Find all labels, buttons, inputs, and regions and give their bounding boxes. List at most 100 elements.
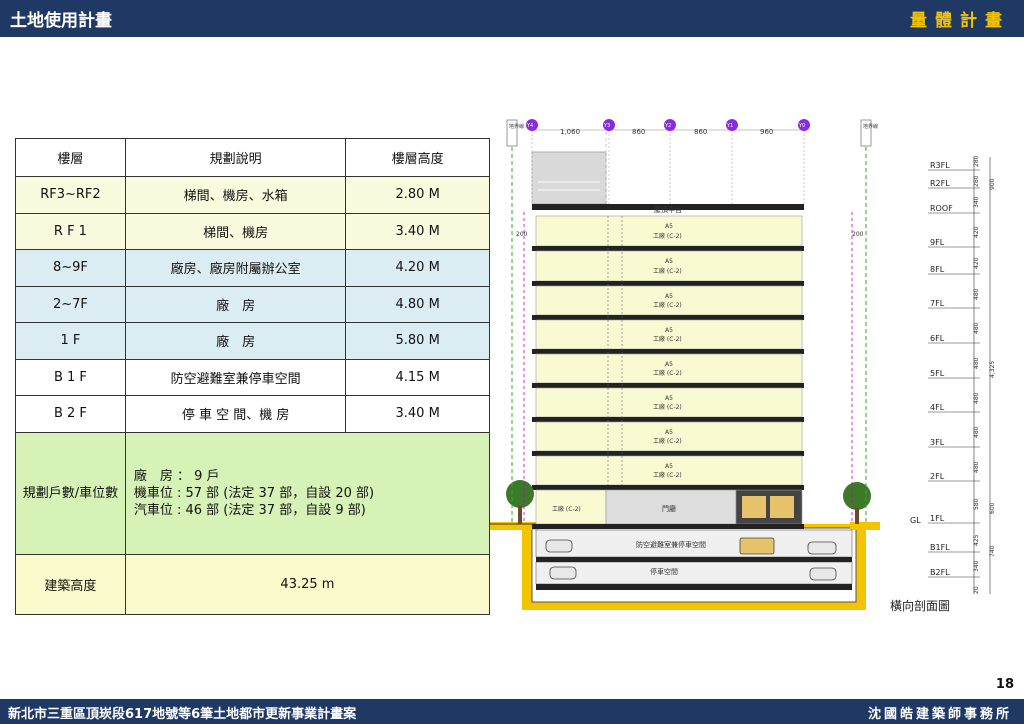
setback-dim: 200 xyxy=(516,231,528,238)
unit-label: A5 xyxy=(665,258,673,265)
ground-unit-label: 工廠 (C-2) xyxy=(552,505,581,513)
floor-dim: 420 xyxy=(973,226,980,238)
table-row: R F 1 梯間、機房 3.40 M xyxy=(15,212,490,250)
floor-dim: 280 xyxy=(973,155,980,167)
header-description: 規劃說明 xyxy=(124,138,347,177)
floor-dim: 480 xyxy=(973,392,980,404)
floor-dim: 280 xyxy=(973,175,980,187)
level-label: 4FL xyxy=(930,403,945,412)
grid-dim: 860 xyxy=(632,128,645,136)
floor-dim: 420 xyxy=(973,257,980,269)
unit-use-label: 工廠 (C-2) xyxy=(653,437,682,445)
cell-description: 廠房、廠房附屬辦公室 xyxy=(124,249,347,287)
units-line-factory: 廠 房 ： 9 戶 xyxy=(133,468,220,484)
total-dim: 4,325 xyxy=(989,361,996,378)
building-height-row: 建築高度 43.25 m xyxy=(15,553,491,615)
unit-label: A5 xyxy=(665,327,673,334)
cell-description: 防空避難室兼停車空間 xyxy=(124,358,347,396)
car-icon xyxy=(807,541,837,555)
building-height-label: 建築高度 xyxy=(15,553,126,615)
cell-floor: B 2 F xyxy=(15,395,126,433)
car-icon xyxy=(545,539,573,553)
unit-use-label: 工廠 (C-2) xyxy=(653,232,682,240)
total-dim: 900 xyxy=(989,178,996,190)
level-label: B1FL xyxy=(930,543,950,552)
unit-label: A5 xyxy=(665,463,673,470)
unit-use-label: 工廠 (C-2) xyxy=(653,267,682,275)
level-label: 3FL xyxy=(930,438,945,447)
level-label: ROOF xyxy=(930,204,953,213)
boundary-label-left: 地界線 xyxy=(509,123,524,130)
floor-dim: 480 xyxy=(973,461,980,473)
level-label: R2FL xyxy=(930,179,950,188)
level-label: B2FL xyxy=(930,568,950,577)
b2-label: 停車空間 xyxy=(650,567,678,576)
floor-dim: 340 xyxy=(973,560,980,572)
lobby-label: 門廳 xyxy=(662,504,676,513)
header-bar: 土地使用計畫 量體計畫 xyxy=(0,0,1024,37)
page-title: 土地使用計畫 xyxy=(10,11,112,31)
cell-floor: RF3~RF2 xyxy=(15,176,126,214)
cell-description: 梯間、機房 xyxy=(124,212,347,250)
unit-label: A5 xyxy=(665,361,673,368)
grid-label: Y0 xyxy=(798,123,805,129)
floor-dim: 580 xyxy=(973,498,980,510)
unit-use-label: 工廠 (C-2) xyxy=(653,335,682,343)
drawing-caption: 橫向剖面圖 xyxy=(890,599,951,613)
header-height: 樓層高度 xyxy=(345,138,490,177)
table-row: B 2 F 停 車 空 間、機 房 3.40 M xyxy=(15,395,490,433)
unit-label: A5 xyxy=(665,429,673,436)
cell-description: 停 車 空 間、機 房 xyxy=(124,395,347,433)
grid-dim: 1,060 xyxy=(560,128,580,136)
header-floor: 樓層 xyxy=(15,138,126,177)
cell-floor: R F 1 xyxy=(15,212,126,250)
roof-structure xyxy=(531,151,607,205)
unit-use-label: 工廠 (C-2) xyxy=(653,369,682,377)
cell-height: 2.80 M xyxy=(345,176,490,214)
table-row: 2~7F 廠 房 4.80 M xyxy=(15,285,490,323)
level-label: 7FL xyxy=(930,299,945,308)
units-row: 規劃戶數/車位數 廠 房 ： 9 戶 機車位 : 57 部 (法定 37 部，自… xyxy=(15,431,491,555)
units-detail: 廠 房 ： 9 戶 機車位 : 57 部 (法定 37 部，自設 20 部) 汽… xyxy=(124,431,491,555)
cell-floor: 1 F xyxy=(15,322,126,360)
level-label: 2FL xyxy=(930,472,945,481)
grid-dim: 860 xyxy=(694,128,707,136)
setback-dim: 200 xyxy=(852,231,864,238)
cross-section-drawing: 防空避難室兼停車空間 停車空間 屋頂平台 A5 工廠 (C-2) A5 工廠 (… xyxy=(490,112,1024,617)
table-row: B 1 F 防空避難室兼停車空間 4.15 M xyxy=(15,358,490,396)
unit-label: A5 xyxy=(665,223,673,230)
ground-slab xyxy=(532,524,804,529)
level-label: 8FL xyxy=(930,265,945,274)
car-icon xyxy=(549,566,577,580)
unit-use-label: 工廠 (C-2) xyxy=(653,403,682,411)
b1-label: 防空避難室兼停車空間 xyxy=(636,540,706,549)
grid-label: Y4 xyxy=(526,123,533,129)
cell-floor: 8~9F xyxy=(15,249,126,287)
level-label: R3FL xyxy=(930,161,950,170)
firm-name: 沈國皓建築師事務所 xyxy=(867,707,1012,722)
truck-icon xyxy=(770,496,794,518)
level-label: 9FL xyxy=(930,238,945,247)
unit-label: A5 xyxy=(665,395,673,402)
section-title: 量體計畫 xyxy=(910,11,1010,31)
cell-height: 3.40 M xyxy=(345,212,490,250)
floor-dim: 480 xyxy=(973,288,980,300)
unit-use-label: 工廠 (C-2) xyxy=(653,471,682,479)
level-label: 1FL xyxy=(930,514,945,523)
table-row: RF3~RF2 梯間、機房、水箱 2.80 M xyxy=(15,176,490,214)
units-line-car: 汽車位 : 46 部 (法定 37 部，自設 9 部) xyxy=(133,502,366,518)
project-name: 新北市三重區頂崁段617地號等6筆土地都市更新事業計畫案 xyxy=(8,707,357,722)
footer-bar: 新北市三重區頂崁段617地號等6筆土地都市更新事業計畫案 沈國皓建築師事務所 xyxy=(0,699,1024,724)
cell-floor: B 1 F xyxy=(15,358,126,396)
grid-label: Y1 xyxy=(726,123,733,129)
truck-icon xyxy=(742,496,766,518)
page-number: 18 xyxy=(995,677,1014,692)
cell-floor: 2~7F xyxy=(15,285,126,323)
truck-icon xyxy=(739,537,775,555)
grade-left xyxy=(490,522,538,530)
floor-plan-table: 樓層 規劃說明 樓層高度 RF3~RF2 梯間、機房、水箱 2.80 M R F… xyxy=(15,138,491,615)
b2-floor xyxy=(535,561,853,585)
cell-description: 廠 房 xyxy=(124,322,347,360)
building-height-value: 43.25 m xyxy=(124,553,491,615)
total-dim: 600 xyxy=(989,502,996,514)
